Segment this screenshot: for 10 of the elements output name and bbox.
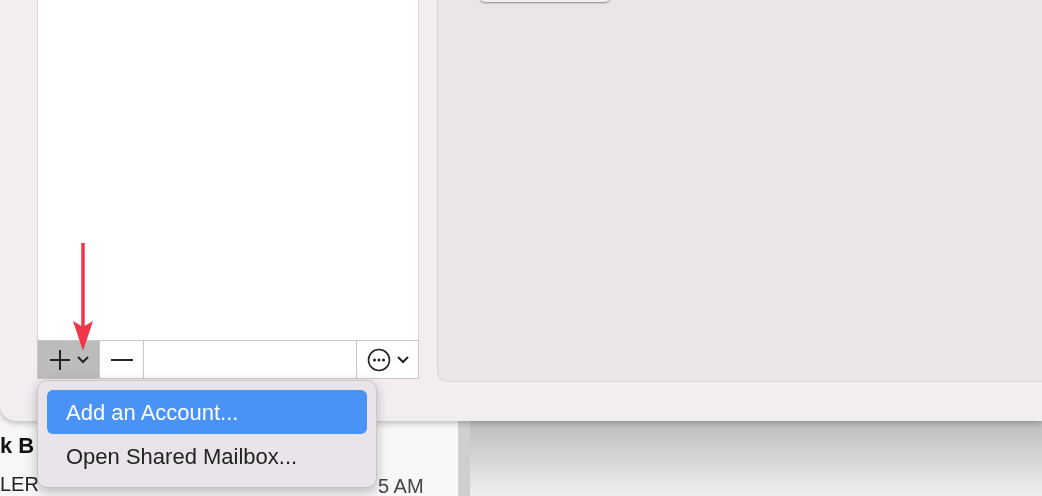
add-button[interactable] [38,341,100,378]
menu-item[interactable]: Open Shared Mailbox... [47,434,367,478]
minus-icon [110,357,133,362]
sender-name: k B [0,432,35,460]
caret-icon [396,355,409,364]
plus-icon [48,348,71,371]
message-preview: LER [0,472,39,496]
more-icon [366,347,391,372]
caret-icon [76,355,89,364]
message-time: 5 AM [378,474,424,496]
